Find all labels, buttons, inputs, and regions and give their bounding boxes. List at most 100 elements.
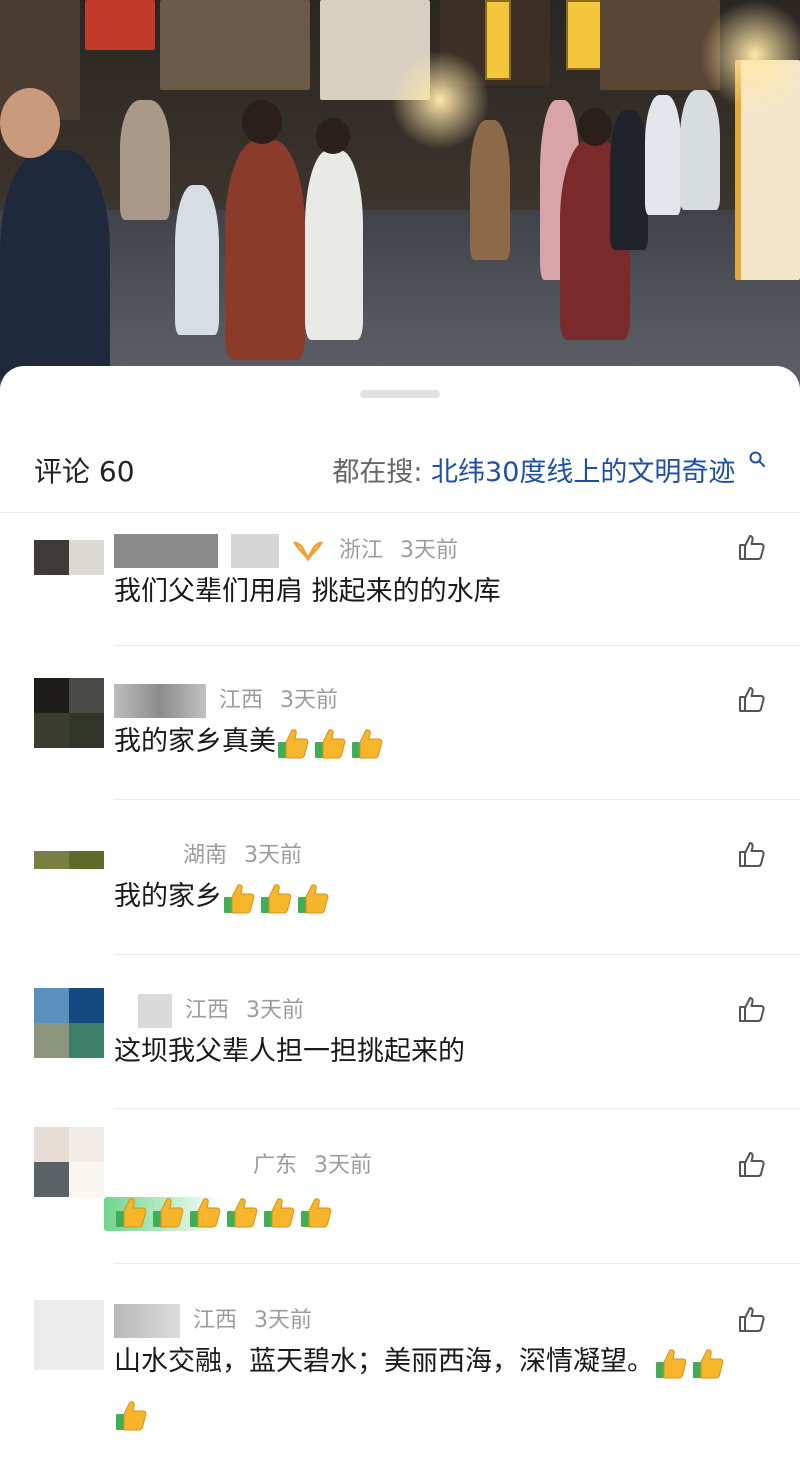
comment-region: 广东 (253, 1153, 298, 1178)
comment-divider (114, 954, 800, 955)
username-blurred (231, 534, 279, 568)
video-person (305, 150, 363, 340)
video-person (225, 140, 305, 360)
comment-text: 这坝我父辈人担一担挑起来的 (114, 1036, 465, 1067)
thumbs-up-emoji-icon (301, 1197, 332, 1227)
video-person (470, 120, 510, 260)
thumbs-up-outline-icon[interactable] (736, 839, 766, 869)
comment-divider (114, 645, 800, 646)
video-frame[interactable] (0, 0, 800, 400)
video-person-head (0, 88, 60, 158)
thumbs-up-emoji-icon (224, 883, 255, 913)
username-blurred[interactable] (114, 684, 206, 718)
thumbs-emoji-group (276, 726, 387, 758)
comment-region: 湖南 (183, 843, 228, 868)
sheet-header: 评论 60 都在搜: 北纬30度线上的文明奇迹 (0, 436, 800, 506)
thumbs-up-emoji-icon (190, 1197, 221, 1227)
username-blurred[interactable] (114, 534, 218, 568)
comment-text: 我的家乡 (114, 871, 754, 923)
comment-meta: 广东 3天前 (114, 1147, 372, 1183)
comment-time: 3天前 (244, 843, 303, 868)
comment-text: 我的家乡真美 (114, 716, 754, 768)
comment-item: 湖南 3天前 我的家乡 (0, 831, 800, 961)
avatar[interactable] (34, 1300, 104, 1370)
thumbs-up-outline-icon[interactable] (736, 684, 766, 714)
comment-sheet: 评论 60 都在搜: 北纬30度线上的文明奇迹 浙江 3天前 我们父辈们用肩 挑… (0, 366, 800, 1461)
thumbs-up-emoji-icon (116, 1197, 147, 1227)
thumbs-up-outline-icon[interactable] (736, 994, 766, 1024)
comment-region: 浙江 (339, 538, 384, 563)
comment-item: 江西 3天前 这坝我父辈人担一担挑起来的 (0, 986, 800, 1116)
username-blurred[interactable] (138, 994, 172, 1028)
video-person (0, 150, 110, 400)
thumbs-up-emoji-icon (693, 1348, 724, 1378)
video-person (680, 90, 720, 210)
video-person-head (316, 118, 350, 154)
video-shopfront (85, 0, 155, 50)
video-sign (566, 0, 602, 70)
thumbs-emoji-group (114, 1195, 336, 1227)
comment-time: 3天前 (400, 538, 459, 563)
comment-time: 3天前 (280, 688, 339, 713)
avatar[interactable] (34, 851, 104, 887)
comment-item: 广东 3天前 (0, 1127, 800, 1271)
comment-text-body: 山水交融，蓝天碧水；美丽西海，深情凝望。 (114, 1346, 654, 1377)
trending-term: 北纬30度线上的文明奇迹 (431, 457, 736, 488)
comment-text (114, 1185, 754, 1237)
username-blurred[interactable] (114, 1304, 180, 1338)
comment-region: 江西 (193, 1308, 238, 1333)
video-person-head (242, 100, 282, 144)
video-sign (485, 0, 511, 80)
thumbs-up-emoji-icon (261, 883, 292, 913)
video-person (645, 95, 681, 215)
thumbs-up-emoji-icon (153, 1197, 184, 1227)
avatar[interactable] (34, 540, 104, 610)
comment-meta: 江西 3天前 (114, 992, 304, 1028)
comment-item: 浙江 3天前 我们父辈们用肩 挑起来的的水库 (0, 534, 800, 676)
video-person-head (578, 108, 612, 146)
comment-text-body: 我的家乡 (114, 881, 222, 912)
badge-icon (292, 541, 324, 562)
video-light (700, 0, 800, 110)
avatar[interactable] (34, 678, 104, 748)
comment-meta: 江西 3天前 (114, 682, 338, 718)
comment-region: 江西 (185, 998, 230, 1023)
thumbs-up-emoji-icon (352, 728, 383, 758)
video-person (610, 110, 648, 250)
comment-meta: 浙江 3天前 (114, 532, 458, 568)
trending-label: 都在搜: (332, 457, 423, 488)
comment-text-body: 我的家乡真美 (114, 726, 276, 757)
avatar[interactable] (34, 988, 104, 1058)
video-person (175, 185, 219, 335)
comment-meta: 江西 3天前 (114, 1302, 312, 1338)
video-person (120, 100, 170, 220)
trending-search-link[interactable]: 都在搜: 北纬30度线上的文明奇迹 (332, 450, 766, 489)
thumbs-emoji-group (222, 881, 333, 913)
username-blurred[interactable] (114, 839, 170, 873)
avatar[interactable] (34, 1127, 104, 1197)
thumbs-up-outline-icon[interactable] (736, 1149, 766, 1179)
comment-divider (114, 1263, 800, 1264)
comment-meta: 湖南 3天前 (114, 837, 302, 873)
comment-time: 3天前 (246, 998, 305, 1023)
drag-handle[interactable] (360, 390, 440, 398)
thumbs-up-emoji-icon (116, 1400, 147, 1430)
thumbs-up-outline-icon[interactable] (736, 1304, 766, 1334)
thumbs-up-emoji-icon (227, 1197, 258, 1227)
comment-text: 我们父辈们用肩 挑起来的的水库 (114, 576, 501, 607)
thumbs-up-emoji-icon (264, 1197, 295, 1227)
comment-region: 江西 (219, 688, 264, 713)
thumbs-up-outline-icon[interactable] (736, 532, 766, 562)
username-blurred[interactable] (114, 1149, 240, 1183)
video-shopfront (160, 0, 310, 90)
comment-time: 3天前 (254, 1308, 313, 1333)
comment-divider (114, 1108, 800, 1109)
header-divider (0, 512, 800, 513)
comment-time: 3天前 (314, 1153, 373, 1178)
comment-item: 江西 3天前 我的家乡真美 (0, 676, 800, 806)
comment-count: 评论 60 (34, 455, 135, 488)
thumbs-up-emoji-icon (315, 728, 346, 758)
thumbs-up-emoji-icon (656, 1348, 687, 1378)
comment-divider (114, 799, 800, 800)
thumbs-up-emoji-icon (298, 883, 329, 913)
